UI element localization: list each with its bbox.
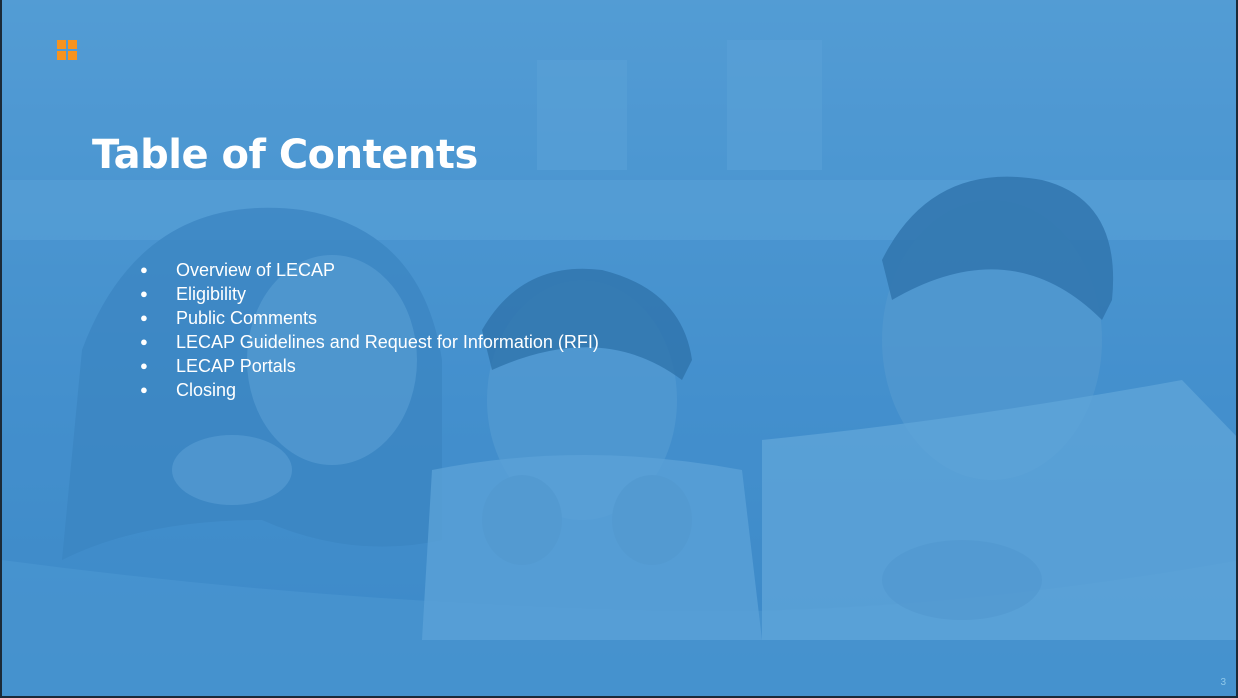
toc-item: ● LECAP Portals (140, 354, 599, 378)
slide-title: Table of Contents (92, 132, 478, 178)
bullet-icon: ● (140, 286, 148, 301)
toc-item-label: Eligibility (176, 284, 247, 304)
bullet-icon: ● (140, 262, 148, 277)
bullet-icon: ● (140, 310, 148, 325)
toc-item-label: Closing (176, 380, 237, 400)
toc-item: ● LECAP Guidelines and Request for Infor… (140, 330, 599, 354)
toc-item-label: Overview of LECAP (176, 260, 336, 280)
toc-item-label: LECAP Portals (176, 356, 296, 376)
bullet-icon: ● (140, 334, 148, 349)
bullet-icon: ● (140, 382, 148, 397)
four-squares-logo-icon (57, 40, 77, 60)
toc-item-label: LECAP Guidelines and Request for Informa… (176, 332, 599, 352)
page-number: 3 (1220, 677, 1226, 688)
toc-item: ● Public Comments (140, 306, 599, 330)
bullet-icon: ● (140, 358, 148, 373)
toc-item: ● Closing (140, 378, 599, 402)
toc-item-label: Public Comments (176, 308, 318, 328)
toc-item: ● Overview of LECAP (140, 258, 599, 282)
table-of-contents-list: ● Overview of LECAP ● Eligibility ● Publ… (140, 258, 599, 402)
slide: Table of Contents ● Overview of LECAP ● … (0, 0, 1238, 698)
toc-item: ● Eligibility (140, 282, 599, 306)
